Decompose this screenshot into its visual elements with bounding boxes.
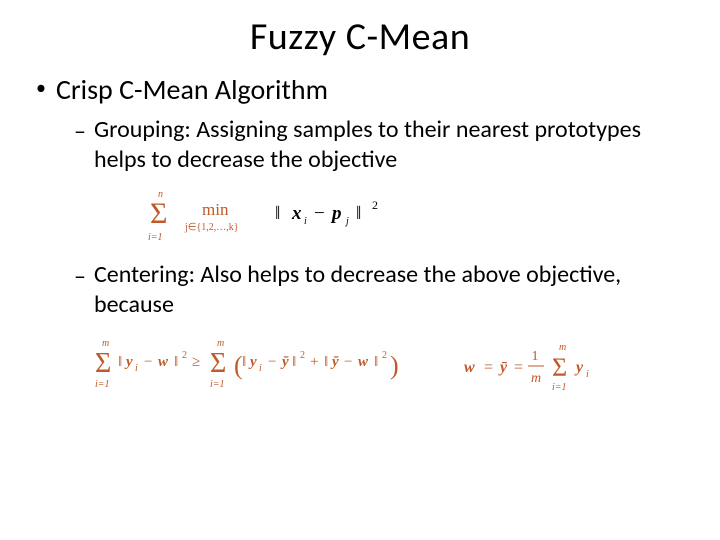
bullet-text: Grouping: Assigning samples to their nea… bbox=[94, 115, 690, 175]
svg-text:=: = bbox=[514, 359, 523, 376]
svg-text:y: y bbox=[574, 359, 584, 376]
svg-text:‖: ‖ bbox=[118, 354, 122, 370]
bullet-mark: – bbox=[74, 117, 86, 147]
svg-text:Σ: Σ bbox=[552, 353, 567, 382]
bullet-mark: • bbox=[36, 78, 46, 98]
svg-text:i: i bbox=[259, 363, 262, 374]
svg-text:ȳ: ȳ bbox=[280, 354, 289, 370]
bullet-text: Crisp C-Mean Algorithm bbox=[56, 72, 328, 107]
svg-text:w: w bbox=[358, 354, 369, 370]
svg-text:w: w bbox=[464, 359, 475, 376]
svg-text:‖: ‖ bbox=[292, 354, 296, 370]
svg-text:i: i bbox=[586, 369, 589, 380]
svg-text:Σ: Σ bbox=[95, 348, 111, 379]
eq3-fractop: 1 bbox=[532, 349, 539, 364]
equation-2: m Σ i=1 ‖ y i − w ‖ 2 ≥ m Σ i=1 ( ‖ y bbox=[92, 334, 422, 394]
eq3-sl: i=1 bbox=[552, 382, 567, 393]
svg-text:i: i bbox=[304, 216, 307, 227]
eq3-su: m bbox=[559, 342, 566, 353]
eq1-min: min bbox=[202, 200, 229, 219]
svg-text:2: 2 bbox=[372, 198, 378, 212]
svg-text:−: − bbox=[344, 354, 352, 370]
bullet-level2-grouping: – Grouping: Assigning samples to their n… bbox=[74, 115, 690, 175]
svg-text:2: 2 bbox=[382, 350, 387, 361]
svg-text:‖: ‖ bbox=[374, 354, 378, 370]
eq2-ll: i=1 bbox=[95, 379, 110, 390]
svg-text:y: y bbox=[248, 354, 257, 370]
svg-text:i: i bbox=[135, 363, 138, 374]
slide-title: Fuzzy C-Mean bbox=[0, 0, 720, 66]
svg-text:2: 2 bbox=[182, 350, 187, 361]
svg-text:Σ: Σ bbox=[210, 348, 226, 379]
svg-text:=: = bbox=[484, 359, 493, 376]
eq1-lower: i=1 bbox=[148, 232, 163, 243]
svg-text:+: + bbox=[310, 354, 318, 370]
svg-text:): ) bbox=[390, 351, 399, 380]
svg-text:‖: ‖ bbox=[174, 354, 178, 370]
eq1-minsub: j∈{1,2,…,k} bbox=[184, 222, 239, 233]
bullet-level2-centering: – Centering: Also helps to decrease the … bbox=[74, 260, 690, 320]
svg-text:−: − bbox=[314, 203, 325, 224]
svg-text:ȳ: ȳ bbox=[330, 354, 339, 370]
svg-text:j: j bbox=[344, 216, 349, 227]
svg-text:‖: ‖ bbox=[356, 203, 361, 224]
equation-row: m Σ i=1 ‖ y i − w ‖ 2 ≥ m Σ i=1 ( ‖ y bbox=[92, 334, 690, 394]
svg-text:−: − bbox=[144, 354, 152, 370]
svg-text:2: 2 bbox=[300, 350, 305, 361]
svg-text:w: w bbox=[158, 354, 169, 370]
bullet-text: Centering: Also helps to decrease the ab… bbox=[94, 260, 690, 320]
svg-text:≥: ≥ bbox=[192, 354, 200, 370]
svg-text:p: p bbox=[330, 203, 342, 224]
equation-1: n Σ i=1 min j∈{1,2,…,k} ‖ x i − p j ‖ 2 bbox=[140, 185, 690, 252]
svg-text:−: − bbox=[268, 354, 276, 370]
bullet-mark: – bbox=[74, 262, 86, 292]
eq2-rl: i=1 bbox=[210, 379, 225, 390]
svg-text:y: y bbox=[124, 354, 133, 370]
svg-text:‖: ‖ bbox=[275, 203, 280, 224]
bullet-level1: • Crisp C-Mean Algorithm bbox=[36, 72, 690, 107]
slide: Fuzzy C-Mean • Crisp C-Mean Algorithm – … bbox=[0, 0, 720, 540]
svg-text:‖: ‖ bbox=[242, 354, 246, 370]
slide-body: • Crisp C-Mean Algorithm – Grouping: Ass… bbox=[0, 72, 720, 394]
svg-text:ȳ: ȳ bbox=[498, 359, 508, 376]
equation-3: w = ȳ = 1 m m Σ i=1 y i bbox=[462, 338, 632, 394]
svg-text:Σ: Σ bbox=[150, 197, 167, 230]
svg-text:‖: ‖ bbox=[324, 354, 328, 370]
svg-text:x: x bbox=[291, 203, 302, 224]
eq3-fracbot: m bbox=[531, 371, 541, 386]
